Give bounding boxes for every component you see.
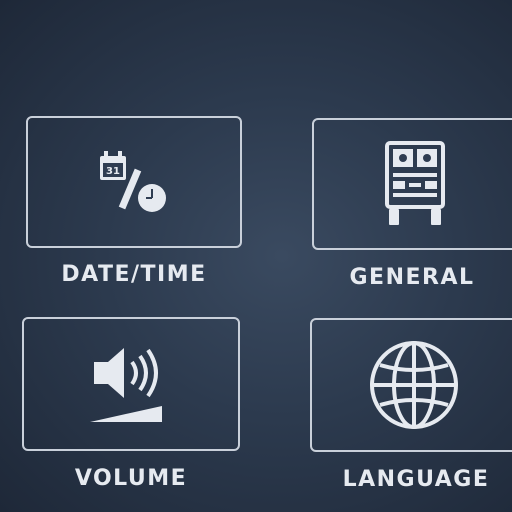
language-tile[interactable] (310, 318, 512, 452)
date-time-tile[interactable]: 31 (26, 116, 242, 248)
general-label: GENERAL (349, 265, 475, 290)
calendar-day: 31 (106, 166, 120, 177)
calendar-clock-icon: 31 (94, 142, 174, 222)
globe-icon (368, 339, 460, 431)
volume-tile[interactable] (22, 317, 240, 451)
truck-front-icon (383, 139, 447, 229)
general-tile[interactable] (312, 118, 512, 250)
settings-menu: 31 DATE/TIME GENERAL VOLUME LANGUAGE (0, 0, 512, 512)
date-time-label: DATE/TIME (61, 262, 207, 287)
language-label: LANGUAGE (342, 467, 490, 492)
speaker-volume-icon (86, 344, 176, 424)
volume-label: VOLUME (74, 466, 188, 491)
